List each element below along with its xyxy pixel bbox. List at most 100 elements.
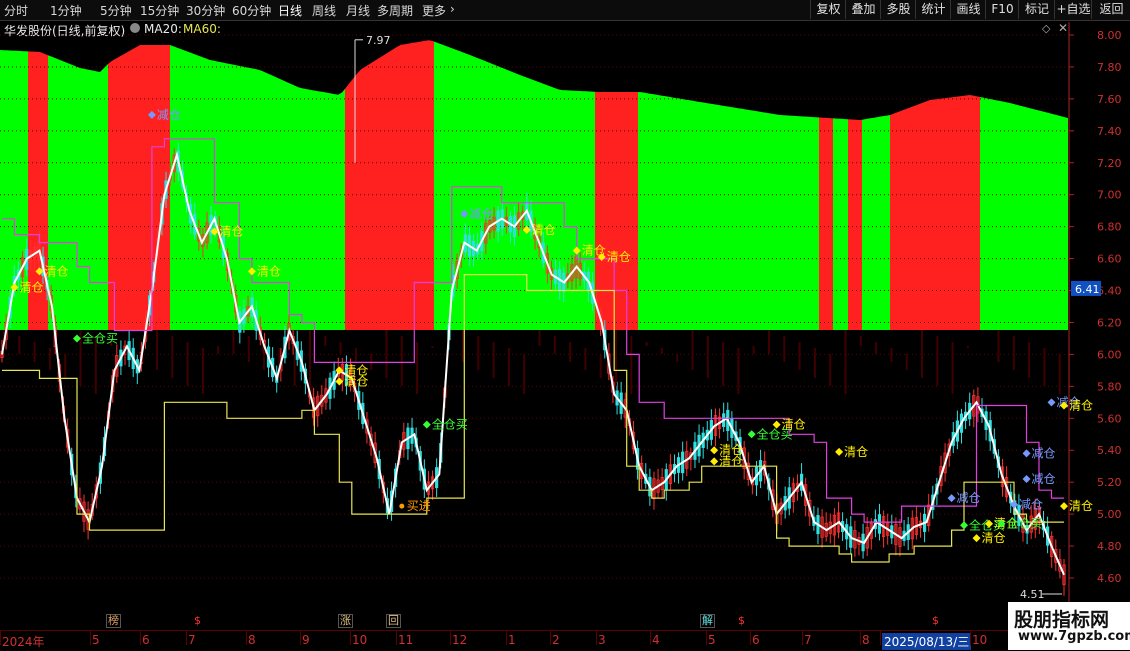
signal-marker: 减仓 — [947, 491, 981, 505]
date-tick — [860, 631, 861, 645]
event-marker[interactable]: $ — [738, 614, 745, 627]
green-band — [833, 118, 848, 330]
current-price-label: 6.41 — [1075, 283, 1100, 296]
date-tick — [246, 631, 247, 645]
date-label: 2024年 — [2, 635, 45, 649]
date-label: 11 — [398, 633, 414, 647]
green-band — [170, 45, 345, 330]
signal-diamond-icon — [1060, 502, 1068, 511]
signal-label: 清仓 — [532, 223, 556, 237]
event-marker[interactable]: $ — [194, 614, 201, 627]
date-label: 5 — [92, 633, 100, 647]
signal-label: 减仓 — [157, 108, 181, 122]
signal-label: 减仓 — [957, 491, 981, 505]
signal-label: 买进 — [407, 499, 431, 513]
date-tick — [970, 631, 971, 645]
red-band — [848, 119, 862, 330]
y-tick-label: 7.20 — [1097, 157, 1122, 170]
event-marker[interactable]: 榜 — [106, 614, 121, 628]
signal-diamond-icon — [972, 534, 981, 543]
green-band — [862, 115, 890, 330]
signal-label: 清仓 — [719, 454, 743, 468]
event-marker[interactable]: 回 — [386, 614, 401, 628]
event-marker[interactable]: 涨 — [338, 614, 353, 628]
date-label: 5 — [708, 633, 716, 647]
signal-label: 清仓 — [1069, 399, 1093, 413]
red-band — [345, 40, 434, 330]
signal-label: 减仓 — [1032, 446, 1056, 460]
red-band — [595, 91, 638, 330]
signal-marker: 买进 — [399, 499, 431, 513]
date-tick — [350, 631, 351, 645]
signal-marker: 清仓 — [1060, 499, 1093, 513]
date-label: 2025/08/13/三 — [882, 633, 972, 650]
y-tick-label: 6.80 — [1097, 221, 1122, 234]
signal-diamond-icon — [1047, 398, 1056, 407]
date-label: 8 — [862, 633, 870, 647]
event-marker[interactable]: 解 — [700, 614, 715, 628]
date-label: 4 — [652, 633, 660, 647]
y-tick-label: 6.20 — [1097, 316, 1122, 329]
y-tick-label: 7.00 — [1097, 189, 1122, 202]
signal-marker: 全仓买 — [422, 417, 468, 432]
y-tick-label: 4.80 — [1097, 540, 1122, 553]
signal-label: 清仓 — [44, 264, 68, 278]
date-tick — [880, 631, 881, 645]
signal-marker: 减仓 — [1022, 446, 1056, 460]
date-tick — [300, 631, 301, 645]
date-tick — [0, 631, 1, 645]
signal-marker: 清仓 — [835, 445, 868, 459]
date-label: 12 — [452, 633, 468, 647]
y-tick-label: 5.40 — [1097, 444, 1122, 457]
signal-label: 清仓 — [19, 280, 43, 294]
signal-diamond-icon — [710, 446, 719, 455]
signal-label: 清仓 — [257, 264, 281, 278]
y-tick-label: 5.20 — [1097, 476, 1122, 489]
date-label: 2 — [552, 633, 560, 647]
signal-dot — [399, 503, 405, 509]
date-tick — [90, 631, 91, 645]
signal-diamond-icon — [710, 457, 719, 466]
date-tick — [396, 631, 397, 645]
signal-label: 清仓 — [782, 418, 806, 432]
red-band — [108, 45, 170, 330]
date-label: 1 — [508, 633, 516, 647]
watermark-url: www.7gpzb.com — [1018, 629, 1130, 644]
signal-diamond-icon — [1022, 449, 1031, 458]
signal-diamond-icon — [947, 494, 956, 503]
signal-label: 清仓 — [344, 375, 368, 389]
signal-label: 全仓买 — [1007, 516, 1043, 531]
date-tick — [506, 631, 507, 645]
signal-diamond-icon — [960, 521, 969, 530]
y-tick-label: 7.40 — [1097, 125, 1122, 138]
red-band — [890, 95, 980, 330]
signal-marker: 清仓 — [972, 531, 1006, 545]
red-band — [819, 117, 833, 331]
date-tick — [140, 631, 141, 645]
date-tick — [450, 631, 451, 645]
date-tick — [650, 631, 651, 645]
signal-diamond-icon — [747, 430, 756, 439]
date-label: 7 — [804, 633, 812, 647]
y-tick-label: 6.60 — [1097, 253, 1122, 266]
signal-diamond-icon — [835, 447, 844, 456]
event-marker[interactable]: $ — [932, 614, 939, 627]
signal-label: 全仓买 — [432, 417, 468, 432]
signal-label: 清仓 — [844, 445, 868, 459]
signal-label: 减仓 — [1019, 498, 1043, 512]
y-tick-label: 4.60 — [1097, 572, 1122, 585]
y-tick-label: 6.00 — [1097, 348, 1122, 361]
green-band — [980, 97, 1068, 330]
signal-label: 清仓 — [982, 531, 1006, 545]
date-tick — [750, 631, 751, 645]
signal-label: 全仓买 — [82, 330, 118, 345]
y-tick-label: 5.60 — [1097, 412, 1122, 425]
date-tick — [550, 631, 551, 645]
signal-diamond-icon — [1022, 474, 1031, 483]
y-tick-label: 7.60 — [1097, 93, 1122, 106]
kline-chart[interactable]: 清仓清仓全仓买减仓清仓清仓清仓清仓买进全仓买减仓清仓清仓 清仓清仓清仓全仓买清仓清… — [0, 0, 1130, 650]
date-label: 9 — [302, 633, 310, 647]
signal-label: 清仓 — [607, 250, 631, 264]
y-tick-label: 5.80 — [1097, 380, 1122, 393]
y-tick-label: 5.00 — [1097, 508, 1122, 521]
